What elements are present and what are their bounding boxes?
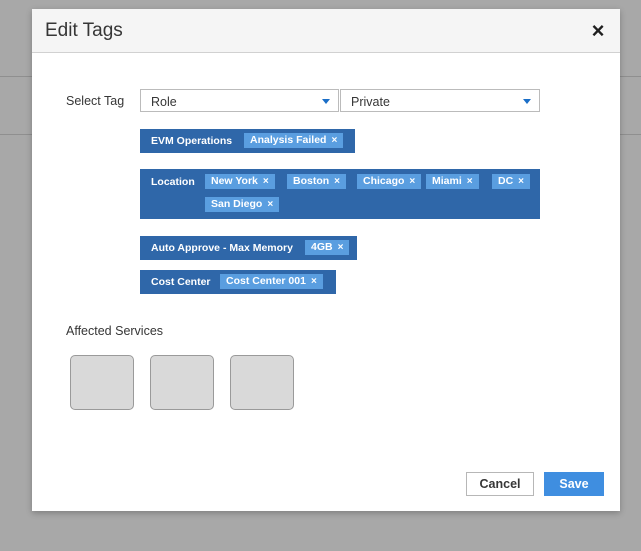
tag-chip: Boston × — [287, 174, 347, 189]
tag-category-name: Auto Approve - Max Memory — [151, 242, 293, 254]
tag-group-cost-center: Cost Center Cost Center 001 × — [140, 270, 336, 294]
remove-tag-icon[interactable]: × — [263, 176, 269, 187]
tag-group-location: Location New York × Boston × Chicago × Miam… — [140, 169, 540, 219]
tag-chip: Miami × — [426, 174, 479, 189]
remove-tag-icon[interactable]: × — [334, 176, 340, 187]
tag-chip: San Diego × — [205, 197, 280, 212]
tag-chip-label: 4GB — [311, 241, 333, 253]
tag-chip-label: Boston — [293, 175, 330, 187]
edit-tags-modal: Edit Tags × Select Tag Role Private EVM … — [32, 9, 620, 511]
tag-chip: 4GB × — [305, 240, 350, 255]
remove-tag-icon[interactable]: × — [331, 135, 337, 146]
remove-tag-icon[interactable]: × — [518, 176, 524, 187]
affected-services-label: Affected Services — [66, 324, 164, 338]
select-tag-label: Select Tag — [66, 94, 125, 108]
tag-group-auto-approve-max-memory: Auto Approve - Max Memory 4GB × — [140, 236, 357, 260]
background-divider — [620, 76, 641, 77]
affected-service-tile[interactable] — [230, 355, 294, 410]
modal-title: Edit Tags — [45, 20, 123, 41]
tag-chip-label: DC — [498, 175, 514, 187]
background-divider — [620, 134, 641, 135]
tag-category-name: Cost Center — [151, 276, 211, 288]
tag-chip-label: San Diego — [211, 198, 263, 210]
remove-tag-icon[interactable]: × — [311, 276, 317, 287]
tag-chip: Chicago × — [357, 174, 422, 189]
tag-chip-label: Cost Center 001 — [226, 275, 306, 287]
save-button[interactable]: Save — [544, 472, 604, 496]
chevron-down-icon — [523, 99, 531, 104]
background-divider — [0, 134, 33, 135]
tag-chip-label: Miami — [432, 175, 462, 187]
tag-category-value: Role — [151, 95, 177, 109]
tag-category-name: Location — [151, 176, 195, 188]
tag-group-evm-operations: EVM Operations Analysis Failed × — [140, 129, 355, 153]
affected-service-tile[interactable] — [70, 355, 134, 410]
tag-chip-label: Analysis Failed — [250, 134, 327, 146]
tag-chip: DC × — [492, 174, 531, 189]
chevron-down-icon — [322, 99, 330, 104]
tag-chip-label: Chicago — [363, 175, 405, 187]
tag-value-value: Private — [351, 95, 390, 109]
tag-chip-label: New York — [211, 175, 258, 187]
remove-tag-icon[interactable]: × — [267, 199, 273, 210]
background-divider — [0, 76, 33, 77]
tag-value-select[interactable]: Private — [340, 89, 540, 112]
affected-service-tile[interactable] — [150, 355, 214, 410]
remove-tag-icon[interactable]: × — [338, 242, 344, 253]
tag-category-select[interactable]: Role — [140, 89, 339, 112]
tag-chip: Cost Center 001 × — [220, 274, 323, 289]
tag-category-name: EVM Operations — [151, 135, 233, 147]
cancel-button[interactable]: Cancel — [466, 472, 534, 496]
modal-header: Edit Tags × — [32, 9, 620, 53]
close-icon[interactable]: × — [588, 19, 608, 43]
tag-chip: New York × — [205, 174, 275, 189]
tag-chip: Analysis Failed × — [244, 133, 344, 148]
remove-tag-icon[interactable]: × — [409, 176, 415, 187]
remove-tag-icon[interactable]: × — [467, 176, 473, 187]
